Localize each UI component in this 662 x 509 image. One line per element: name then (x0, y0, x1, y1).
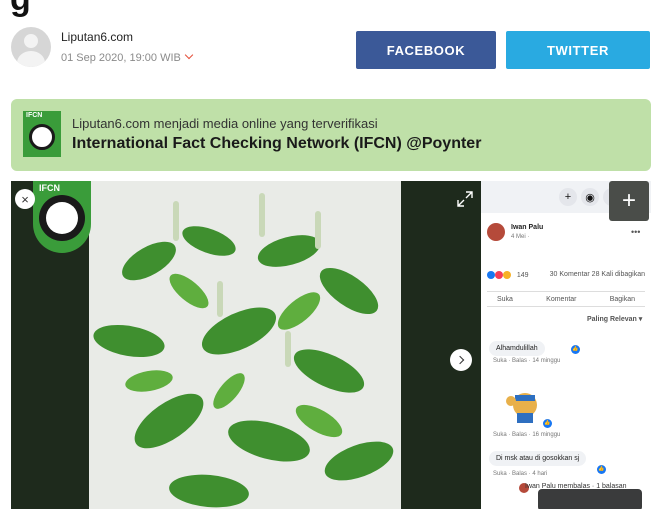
comment-meta[interactable]: Suka · Balas · 4 hari (493, 471, 547, 477)
expand-icon[interactable] (457, 191, 473, 207)
author-block: Liputan6.com 01 Sep 2020, 19:00 WIB (11, 27, 194, 67)
sort-dropdown[interactable]: Paling Relevan ▾ (587, 315, 642, 323)
ifcn-network-text: International Fact Checking Network (IFC… (72, 135, 482, 152)
article-media: IFCN × + ◉ ● + Iwan Palu 4 Mei · ••• 149… (11, 181, 651, 509)
author-name[interactable]: Liputan6.com (61, 30, 192, 44)
comment-action[interactable]: Komentar (546, 296, 576, 303)
comment-bubble: Di msk atau di gosokkan sj (489, 451, 587, 466)
ifcn-banner[interactable]: IFCN Liputan6.com menjadi media online y… (11, 99, 651, 171)
like-badge-icon: 👍 (543, 419, 552, 428)
publish-date[interactable]: 01 Sep 2020, 19:00 WIB (61, 50, 194, 64)
chevron-right-icon (455, 355, 464, 365)
twitter-share-button[interactable]: TWITTER (506, 31, 650, 69)
article-title-clipped: g (10, 0, 31, 19)
comment-bubble: Alhamdulillah (489, 341, 545, 356)
fb-post-date: 4 Mei · (511, 234, 530, 240)
comment-meta[interactable]: Suka · Balas · 14 minggu (493, 358, 560, 364)
plus-icon[interactable]: + (559, 188, 577, 206)
reactions-count[interactable]: 149 (517, 272, 529, 279)
basil-leaves-image (93, 193, 394, 508)
share-action[interactable]: Bagikan (610, 296, 635, 303)
ifcn-logo-icon: IFCN (23, 111, 61, 157)
publish-date-text: 01 Sep 2020, 19:00 WIB (61, 52, 181, 64)
sticker-image (506, 393, 537, 423)
badge-label: IFCN (39, 183, 60, 193)
author-avatar (11, 27, 51, 67)
ifcn-logo-label: IFCN (26, 112, 43, 119)
fb-author-name[interactable]: Iwan Palu (511, 224, 543, 231)
like-badge-icon: 👍 (597, 465, 606, 474)
like-reaction-icon (487, 271, 495, 279)
more-options-icon[interactable]: ••• (631, 227, 640, 237)
fb-post-stats: 149 30 Komentar 28 Kali dibagikan (487, 271, 645, 283)
fb-author-avatar[interactable] (487, 223, 505, 241)
like-badge-icon: 👍 (571, 345, 580, 354)
love-reaction-icon (494, 271, 503, 279)
ifcn-verified-text: Liputan6.com menjadi media online yang t… (72, 116, 378, 131)
facebook-post-panel: + ◉ ● + Iwan Palu 4 Mei · ••• 149 30 Kom… (481, 181, 651, 509)
next-arrow-button[interactable] (450, 349, 472, 371)
messenger-icon[interactable]: ◉ (581, 188, 599, 206)
bottom-floating-chip[interactable] (538, 489, 642, 509)
comment-meta[interactable]: Suka · Balas · 16 minggu (493, 432, 560, 438)
comments-shares-count[interactable]: 30 Komentar 28 Kali dibagikan (550, 271, 645, 278)
fb-action-bar: Suka Komentar Bagikan (487, 291, 645, 307)
add-button[interactable]: + (609, 181, 649, 221)
facebook-share-button[interactable]: FACEBOOK (356, 31, 496, 69)
fb-post-header: Iwan Palu 4 Mei · (487, 223, 543, 241)
like-action[interactable]: Suka (497, 296, 513, 303)
close-icon[interactable]: × (15, 189, 35, 209)
chevron-down-icon[interactable] (184, 50, 194, 60)
ifcn-signatory-badge: IFCN (33, 181, 91, 253)
wow-reaction-icon (502, 271, 511, 279)
